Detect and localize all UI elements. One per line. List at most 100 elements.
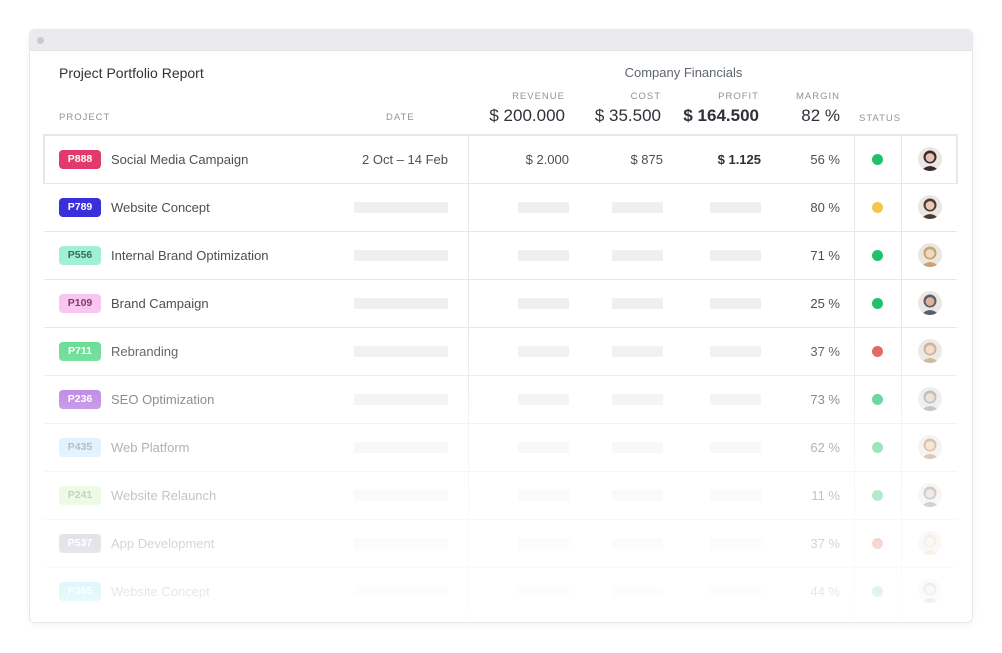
- section-title-financials: Company Financials: [624, 65, 743, 80]
- project-name[interactable]: Website Relaunch: [111, 488, 216, 503]
- project-margin: 44 %: [810, 584, 840, 599]
- column-header-margin[interactable]: MARGIN: [740, 91, 840, 102]
- report-window: Project Portfolio Report Company Financi…: [30, 30, 972, 622]
- project-profit-placeholder: [710, 250, 761, 261]
- table-row[interactable]: P711 Rebranding 37 %: [44, 327, 957, 375]
- project-date-placeholder: [354, 346, 448, 357]
- column-divider: [901, 135, 902, 622]
- table-row[interactable]: P556 Internal Brand Optimization 71 %: [44, 231, 957, 279]
- project-code-badge: P365: [59, 582, 101, 601]
- project-margin: 37 %: [810, 344, 840, 359]
- project-profit-placeholder: [710, 490, 761, 501]
- avatar-icon[interactable]: [918, 147, 942, 171]
- project-code-badge: P241: [59, 486, 101, 505]
- avatar-icon[interactable]: [918, 483, 942, 507]
- status-dot-icon: [872, 586, 883, 597]
- status-dot-icon: [872, 442, 883, 453]
- project-cost-placeholder: [612, 538, 663, 549]
- project-name[interactable]: Website Concept: [111, 584, 210, 599]
- project-revenue-placeholder: [518, 250, 569, 261]
- avatar-icon[interactable]: [918, 387, 942, 411]
- project-margin: 62 %: [810, 440, 840, 455]
- table-row[interactable]: P365 Website Concept 44 %: [44, 567, 957, 615]
- table-row[interactable]: P789 Website Concept 80 %: [44, 183, 957, 231]
- project-name[interactable]: Brand Campaign: [111, 296, 209, 311]
- project-profit-placeholder: [710, 202, 761, 213]
- project-cost-placeholder: [612, 490, 663, 501]
- project-revenue-placeholder: [518, 298, 569, 309]
- column-divider: [854, 135, 855, 622]
- project-code-badge: P435: [59, 438, 101, 457]
- column-divider: [468, 135, 469, 622]
- table-row[interactable]: P241 Website Relaunch 11 %: [44, 471, 957, 519]
- person-avatar-icon: [918, 339, 942, 363]
- project-revenue: $ 2.000: [525, 152, 569, 167]
- project-margin: 71 %: [810, 248, 840, 263]
- project-margin: 73 %: [810, 392, 840, 407]
- column-header-project[interactable]: PROJECT: [59, 112, 110, 123]
- project-name[interactable]: Internal Brand Optimization: [111, 248, 269, 263]
- project-revenue-placeholder: [518, 490, 569, 501]
- avatar-icon[interactable]: [918, 579, 942, 603]
- avatar-icon[interactable]: [918, 435, 942, 459]
- project-profit-placeholder: [710, 586, 761, 597]
- project-cost-placeholder: [612, 346, 663, 357]
- avatar-icon[interactable]: [918, 291, 942, 315]
- project-cost-placeholder: [612, 250, 663, 261]
- project-margin: 37 %: [810, 536, 840, 551]
- table-row[interactable]: P888 Social Media Campaign 2 Oct – 14 Feb $…: [44, 135, 957, 183]
- person-avatar-icon: [918, 531, 942, 555]
- column-header-cost[interactable]: COST: [561, 91, 661, 102]
- avatar-icon[interactable]: [918, 195, 942, 219]
- avatar-icon[interactable]: [918, 339, 942, 363]
- project-name[interactable]: Website Concept: [111, 200, 210, 215]
- person-avatar-icon: [918, 435, 942, 459]
- column-header-date[interactable]: DATE: [386, 112, 415, 123]
- project-profit: $ 1.125: [717, 152, 761, 167]
- table-row[interactable]: P435 Web Platform 62 %: [44, 423, 957, 471]
- project-code-badge: P789: [59, 198, 101, 217]
- project-margin: 56 %: [810, 152, 840, 167]
- table-row[interactable]: P236 SEO Optimization 73 %: [44, 375, 957, 423]
- project-name[interactable]: App Development: [111, 536, 214, 551]
- project-revenue-placeholder: [518, 538, 569, 549]
- project-date: 2 Oct – 14 Feb: [362, 152, 448, 167]
- project-profit-placeholder: [710, 346, 761, 357]
- status-dot-icon: [872, 394, 883, 405]
- column-header-revenue[interactable]: REVENUE: [465, 91, 565, 102]
- project-date-placeholder: [354, 298, 448, 309]
- table-row[interactable]: P537 App Development 37 %: [44, 519, 957, 567]
- project-cost-placeholder: [612, 442, 663, 453]
- project-code-badge: P711: [59, 342, 101, 361]
- person-avatar-icon: [918, 387, 942, 411]
- person-avatar-icon: [918, 195, 942, 219]
- project-name[interactable]: Social Media Campaign: [111, 152, 248, 167]
- status-dot-icon: [872, 490, 883, 501]
- page-title: Project Portfolio Report: [59, 65, 204, 81]
- project-revenue-placeholder: [518, 202, 569, 213]
- project-name[interactable]: Web Platform: [111, 440, 190, 455]
- person-avatar-icon: [918, 243, 942, 267]
- column-header-status[interactable]: STATUS: [859, 113, 901, 124]
- project-name[interactable]: Rebranding: [111, 344, 178, 359]
- window-control-dot[interactable]: [37, 37, 44, 44]
- column-divider: [44, 135, 45, 183]
- project-date-placeholder: [354, 442, 448, 453]
- project-date-placeholder: [354, 202, 448, 213]
- project-code-badge: P556: [59, 246, 101, 265]
- column-divider: [956, 135, 957, 183]
- status-dot-icon: [872, 202, 883, 213]
- project-date-placeholder: [354, 250, 448, 261]
- avatar-icon[interactable]: [918, 531, 942, 555]
- person-avatar-icon: [918, 483, 942, 507]
- table-row[interactable]: P109 Brand Campaign 25 %: [44, 279, 957, 327]
- project-profit-placeholder: [710, 538, 761, 549]
- status-dot-icon: [872, 250, 883, 261]
- project-margin: 25 %: [810, 296, 840, 311]
- project-profit-placeholder: [710, 298, 761, 309]
- project-revenue-placeholder: [518, 442, 569, 453]
- project-name[interactable]: SEO Optimization: [111, 392, 214, 407]
- status-dot-icon: [872, 298, 883, 309]
- project-revenue-placeholder: [518, 586, 569, 597]
- avatar-icon[interactable]: [918, 243, 942, 267]
